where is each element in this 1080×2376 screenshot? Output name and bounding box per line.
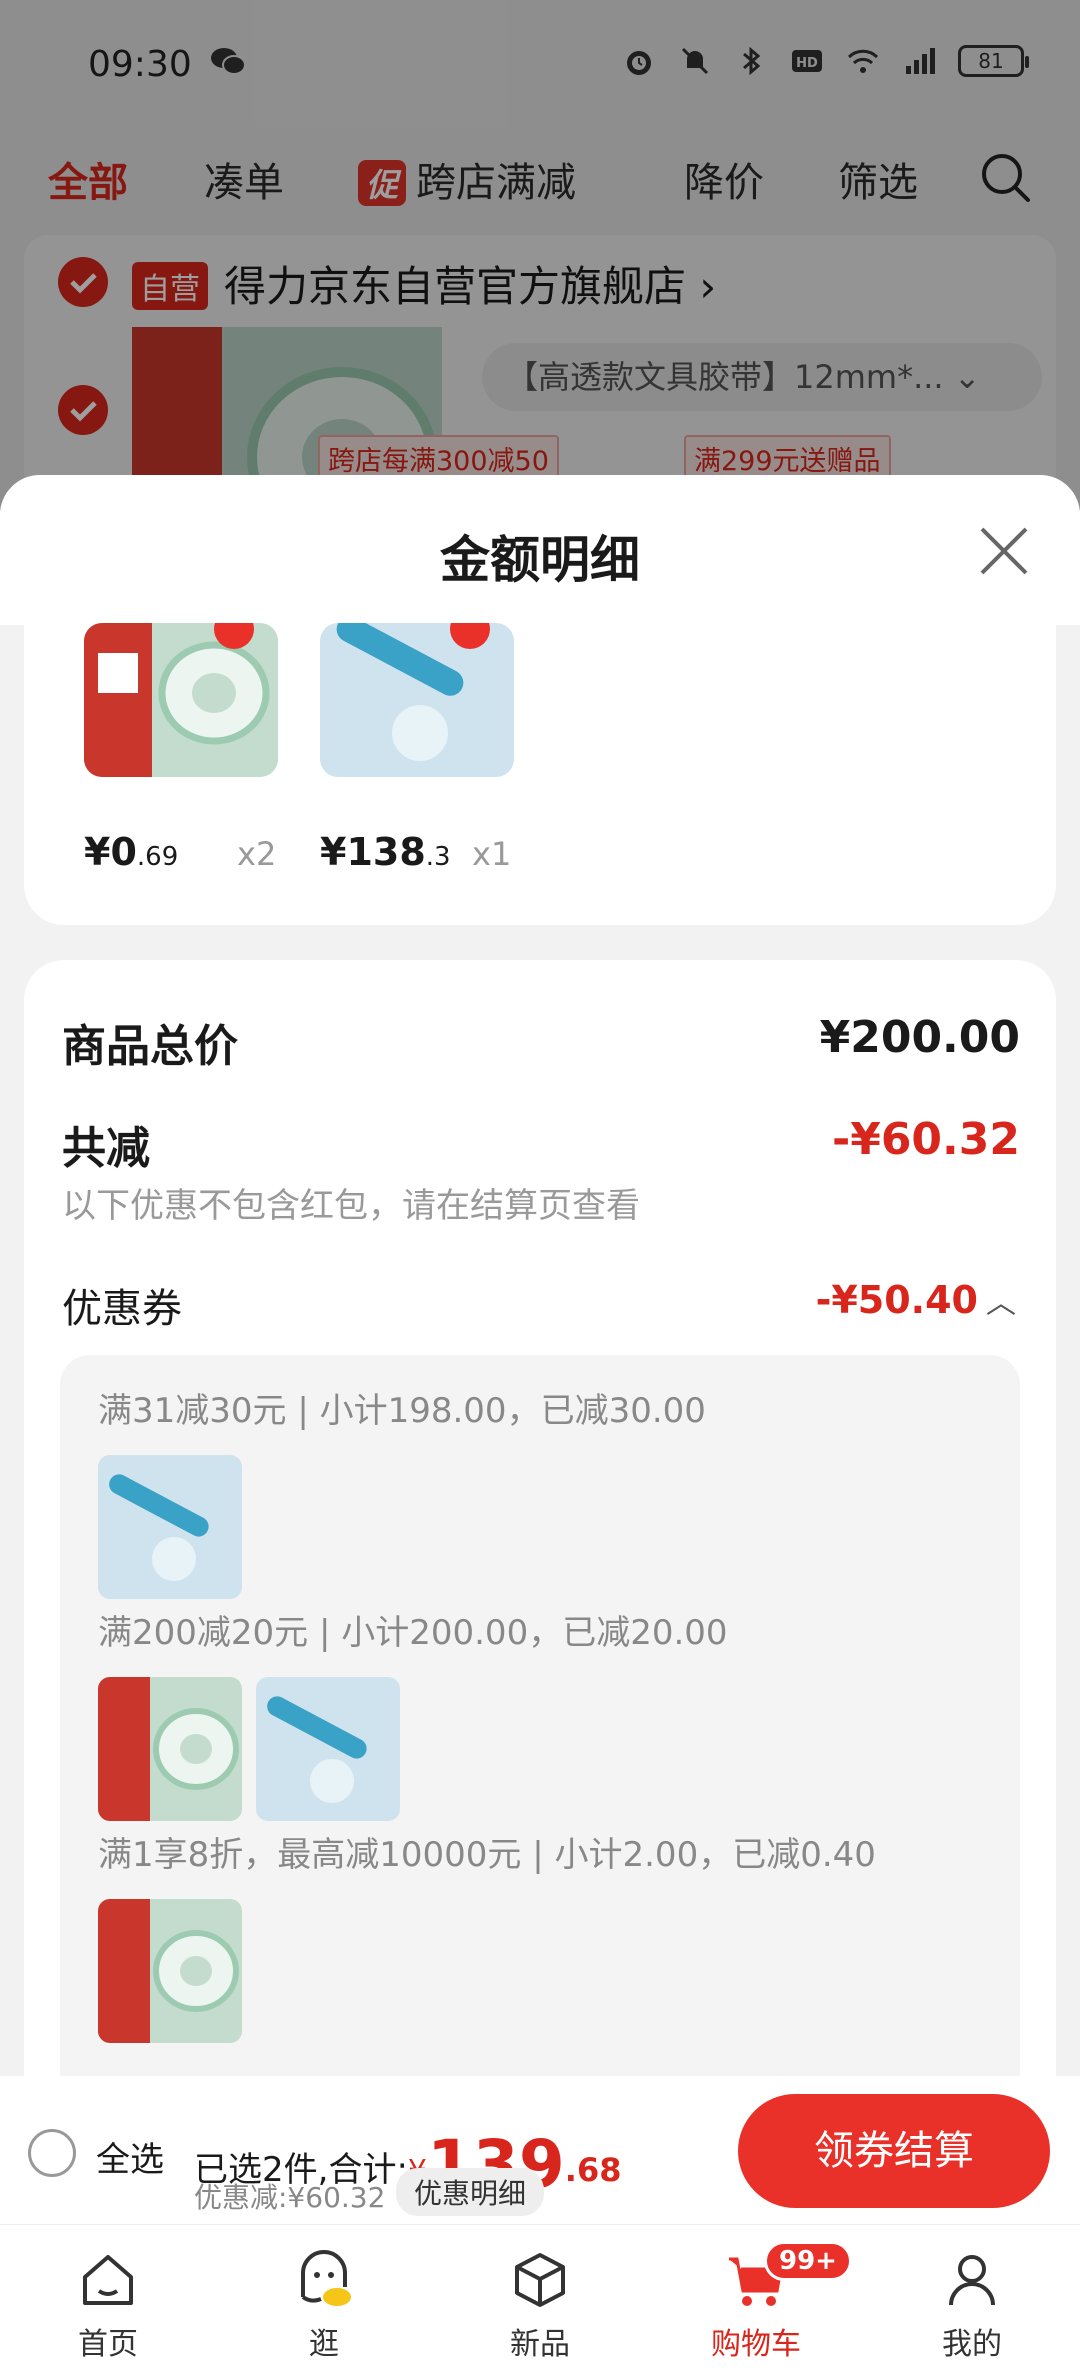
home-icon [83,2255,133,2305]
goods-price: ¥138.3 [320,830,451,874]
sheet-header: 金额明细 [0,475,1080,625]
coupon-label: 优惠券 [62,1286,182,1332]
product-image-tape[interactable] [98,1899,242,2043]
tab-label: 新品 [510,2327,570,2362]
product-image-tape[interactable] [84,623,278,777]
discount-detail-button[interactable]: 优惠明细 [396,2168,545,2216]
tab-label: 首页 [78,2327,138,2362]
product-image-tape[interactable] [98,1677,242,1821]
product-image-scar-gel[interactable] [256,1677,400,1821]
goods-qty: x2 [237,835,277,873]
coupon-toggle[interactable]: -¥50.40 ︿ [816,1278,1016,1322]
tab-mine[interactable]: 我的 [912,2247,1032,2363]
close-icon[interactable] [976,523,1032,579]
sheet-title: 金额明细 [440,531,640,589]
coupon-rule: 满1享8折，最高减10000元 | 小计2.00，已减0.40 [98,1835,876,1875]
tab-home[interactable]: 首页 [48,2247,168,2363]
price-dec: .3 [425,842,451,872]
tab-browse[interactable]: 逛 [264,2247,384,2363]
select-all-checkbox[interactable] [28,2129,76,2177]
tab-cart[interactable]: 99+ 购物车 [696,2241,852,2363]
coupon-rule: 满31减30元 | 小计198.00，已减30.00 [98,1391,706,1431]
coupon-value: -¥50.40 [815,1278,978,1322]
tab-label: 我的 [942,2327,1002,2362]
product-image-scar-gel[interactable] [98,1455,242,1599]
coupon-detail-box: 满31减30元 | 小计198.00，已减30.00 满200减20元 | 小计… [60,1355,1020,2076]
product-image-scar-gel[interactable] [320,623,514,777]
goods-price: ¥0.69 [84,830,178,874]
coupon-rule: 满200减20元 | 小计200.00，已减20.00 [98,1613,728,1653]
tab-label: 逛 [309,2327,339,2362]
price-dec: .69 [136,842,179,872]
total-dec: .68 [564,2151,622,2189]
goods-qty: x1 [472,835,512,873]
select-all-label[interactable]: 全选 [96,2132,164,2181]
discount-value: -¥60.32 [831,1114,1020,1165]
discount-label: 共减 [62,1123,150,1174]
discount-note: 以下优惠不包含红包，请在结算页查看 [62,1186,640,1226]
tab-bar: 首页 逛 新品 99+ 购物车 我的 [0,2224,1080,2376]
amount-detail-card: 商品总价 ¥200.00 共减 -¥60.32 以下优惠不包含红包，请在结算页查… [24,960,1056,2076]
discount-summary: 优惠减:¥60.32 [194,2181,386,2214]
box-icon [515,2253,565,2307]
goods-card: ¥0.69 x2 ¥138.3 x1 [24,623,1056,925]
price-int: ¥0 [84,830,137,874]
checkout-button[interactable]: 领券结算 [738,2094,1050,2208]
total-value: ¥200.00 [819,1012,1020,1063]
tab-label: 购物车 [711,2327,801,2362]
chevron-up-icon: ︿ [986,1286,1016,1321]
mascot-icon [301,2250,351,2306]
price-int: ¥138 [320,830,426,874]
amount-detail-sheet: 金额明细 ¥0.69 x2 ¥138.3 x1 商品总价 ¥200.00 共减 … [0,475,1080,2076]
checkout-bar: 全选 已选2件,合计:¥139.68 优惠减:¥60.32 优惠明细 领券结算 [0,2076,1080,2224]
tab-new[interactable]: 新品 [480,2247,600,2363]
user-icon [949,2255,995,2306]
cart-badge: 99+ [764,2241,852,2281]
total-label: 商品总价 [62,1021,238,1072]
